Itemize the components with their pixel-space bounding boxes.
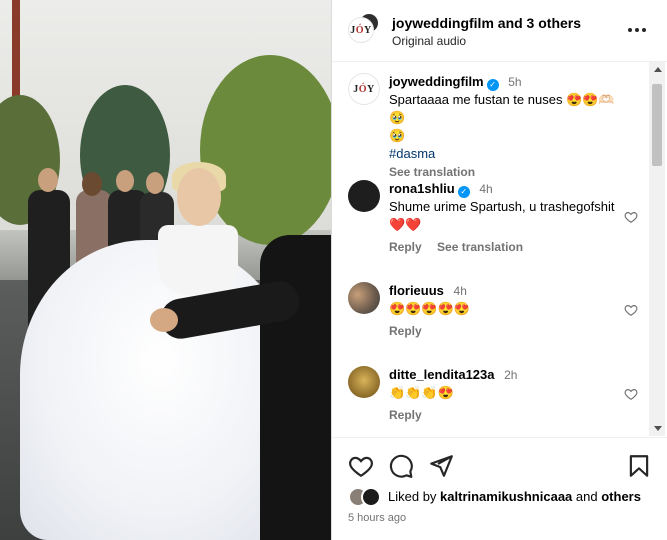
drain-pipe (12, 0, 20, 110)
see-translation-link[interactable]: See translation (389, 165, 629, 179)
guest-head (38, 168, 58, 192)
bookmark-icon[interactable] (626, 453, 652, 479)
heart-icon[interactable] (348, 453, 374, 479)
comment-text: 😍😍😍😍😍 (389, 301, 470, 316)
caption-time[interactable]: 5h (508, 75, 521, 89)
scroll-up-arrow-icon[interactable] (654, 67, 662, 72)
more-horizontal-icon (642, 28, 646, 32)
comment-text: 👏👏👏😍 (389, 385, 454, 400)
liker-avatars (348, 486, 388, 508)
comment-icon[interactable] (388, 453, 414, 479)
post-panel: JÓY joyweddingfilm and 3 others Original… (331, 0, 667, 540)
reply-button[interactable]: Reply (389, 408, 422, 422)
see-translation-link[interactable]: See translation (437, 240, 523, 254)
more-options-button[interactable] (626, 24, 648, 36)
groom-hand (150, 308, 178, 332)
caption-avatar[interactable]: JÓY (348, 73, 380, 105)
groom-figure (260, 235, 331, 540)
comment-text: Shume urime Spartush, u trashegofshit ❤️… (389, 199, 615, 232)
post-title: joyweddingfilm and 3 others (392, 15, 581, 31)
likes-and-label: and (575, 489, 598, 504)
share-icon[interactable] (428, 453, 454, 479)
scrollbar-thumb[interactable] (652, 84, 662, 166)
reply-button[interactable]: Reply (389, 324, 422, 338)
commenter-avatar[interactable] (348, 180, 380, 212)
hashtag-link[interactable]: #dasma (389, 145, 629, 163)
comment-time[interactable]: 4h (479, 182, 492, 196)
commenter-avatar[interactable] (348, 366, 380, 398)
guest-head (116, 170, 134, 192)
collaborators-link[interactable]: and 3 others (498, 15, 581, 31)
likes-text: Liked by kaltrinamikushnicaaa and others (388, 489, 641, 504)
owner-username-link[interactable]: joyweddingfilm (392, 15, 494, 31)
owner-avatar[interactable]: JÓY (348, 17, 374, 43)
heart-icon[interactable] (624, 387, 638, 401)
post-actions: Liked by kaltrinamikushnicaaa and others… (332, 437, 667, 540)
bride-head (177, 168, 221, 226)
others-link[interactable]: others (601, 489, 641, 504)
commenter-username[interactable]: florieuus (389, 283, 444, 298)
verified-badge-icon: ✓ (486, 79, 499, 91)
bride-bodice (158, 225, 238, 295)
scroll-down-arrow-icon[interactable] (654, 426, 662, 431)
comments-list[interactable]: JÓY joyweddingfilm ✓ 5h Spartaaaa me fust… (332, 62, 667, 436)
more-horizontal-icon (628, 28, 632, 32)
verified-badge-icon: ✓ (457, 186, 470, 198)
heart-icon[interactable] (624, 303, 638, 317)
comments-scrollbar[interactable] (649, 62, 665, 436)
caption-username[interactable]: joyweddingfilm (389, 74, 484, 89)
more-horizontal-icon (635, 28, 639, 32)
caption-text: Spartaaaa me fustan te nuses 😍😍🫶🏻🥹 (389, 92, 615, 125)
heart-icon[interactable] (624, 210, 638, 224)
reply-button[interactable]: Reply (389, 240, 422, 254)
liker-username-link[interactable]: kaltrinamikushnicaaa (440, 489, 572, 504)
liked-by-label: Liked by (388, 489, 437, 504)
guest-head (146, 172, 164, 194)
comment-time[interactable]: 4h (454, 284, 467, 298)
tree-right (200, 55, 331, 245)
commenter-avatar[interactable] (348, 282, 380, 314)
commenter-username[interactable]: rona1shliu (389, 181, 455, 196)
guest-head (82, 172, 102, 196)
caption-text-cont: 🥹 (389, 128, 406, 143)
likes-summary: Liked by kaltrinamikushnicaaa and others (348, 486, 667, 508)
post-media[interactable] (0, 0, 331, 540)
liker-avatar[interactable] (361, 487, 381, 507)
post-timestamp[interactable]: 5 hours ago (348, 512, 406, 524)
post-header: JÓY joyweddingfilm and 3 others Original… (332, 0, 667, 62)
comment-time[interactable]: 2h (504, 368, 517, 382)
audio-link[interactable]: Original audio (392, 34, 466, 48)
commenter-username[interactable]: ditte_lendita123a (389, 367, 495, 382)
